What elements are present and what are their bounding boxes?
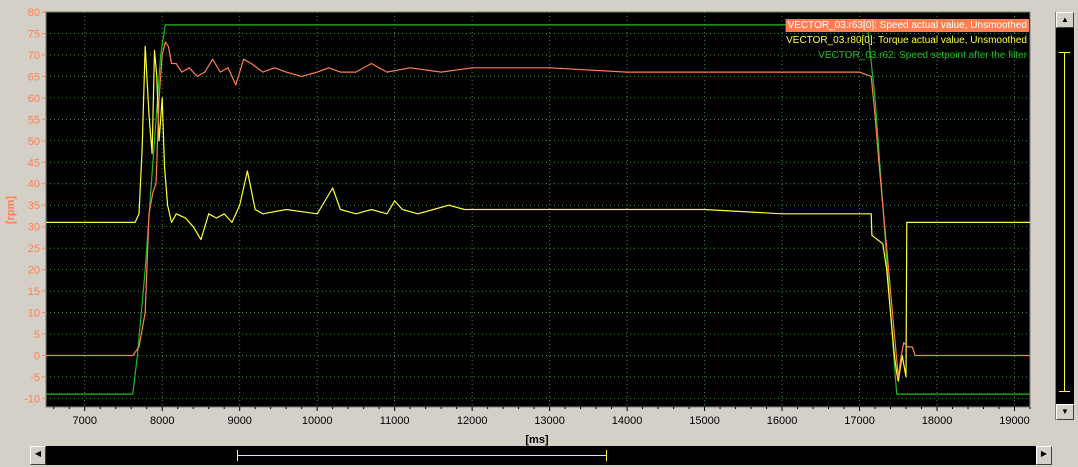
x-tick-label: 12000 — [457, 415, 488, 427]
vertical-scrollbar[interactable]: ▲ ▼ — [1055, 12, 1074, 420]
legend-item: VECTOR_03.r63[0]: Speed actual value, Un… — [788, 20, 1027, 31]
y-tick-label: 65 — [28, 71, 40, 83]
y-tick-label: 20 — [28, 265, 40, 277]
scroll-right-button[interactable]: ▶ — [1036, 446, 1052, 465]
x-tick-label: 9000 — [227, 415, 251, 427]
y-tick-label: 10 — [28, 308, 40, 320]
y-tick-label: 45 — [28, 157, 40, 169]
y-tick-label: 15 — [28, 286, 40, 298]
scroll-down-button[interactable]: ▼ — [1056, 404, 1074, 420]
y-tick-label: 55 — [28, 114, 40, 126]
x-tick-label: 8000 — [150, 415, 174, 427]
x-tick-label: 11000 — [380, 415, 410, 427]
x-tick-label: 13000 — [534, 415, 565, 427]
x-tick-label: 17000 — [844, 415, 875, 427]
y-tick-label: 0 — [34, 350, 40, 362]
x-tick-label: 16000 — [767, 415, 798, 427]
x-axis-label: [ms] — [525, 434, 549, 446]
chart: 7000 8000 9000 10000 11000 12000 13000 14000 150… — [5, 7, 1031, 446]
legend-item: VECTOR_03.r80[0]: Torque actual value, U… — [786, 35, 1027, 46]
horizontal-scroll-thumb[interactable] — [237, 450, 607, 461]
y-tick-label: 30 — [28, 222, 40, 234]
x-axis: 7000 8000 9000 10000 11000 12000 13000 14000 150… — [53, 407, 1031, 427]
x-tick-label: 7000 — [72, 415, 96, 427]
y-tick-label: 5 — [34, 329, 40, 341]
scroll-up-button[interactable]: ▲ — [1056, 12, 1074, 28]
y-tick-label: 40 — [28, 179, 40, 191]
vertical-scroll-thumb[interactable] — [1059, 52, 1070, 392]
horizontal-scrollbar[interactable]: ◀ ▶ — [30, 446, 1052, 465]
y-tick-label: 75 — [28, 28, 40, 40]
x-tick-label: 19000 — [999, 415, 1030, 427]
x-tick-label: 15000 — [689, 415, 720, 427]
x-tick-label: 14000 — [612, 415, 643, 427]
scroll-left-button[interactable]: ◀ — [30, 446, 46, 465]
legend-item: VECTOR_03.r62: Speed setpoint after the … — [818, 50, 1027, 61]
y-axis-label: [rpm] — [5, 196, 17, 224]
legend: VECTOR_03.r63[0]: Speed actual value, Un… — [785, 19, 1029, 61]
y-axis: -10 -5 0 5 10 15 20 25 30 35 40 45 50 55 60 65 70 75 80 — [24, 7, 46, 405]
y-tick-label: 35 — [28, 200, 40, 212]
y-tick-label: 60 — [28, 93, 40, 105]
x-tick-label: 18000 — [922, 415, 953, 427]
y-tick-label: 70 — [28, 50, 40, 62]
y-tick-label: -5 — [30, 372, 40, 384]
x-tick-label: 10000 — [302, 415, 333, 427]
y-tick-label: 25 — [28, 243, 40, 255]
y-tick-label: 50 — [28, 136, 40, 148]
y-tick-label: 80 — [28, 7, 40, 19]
y-tick-label: -10 — [24, 393, 40, 405]
